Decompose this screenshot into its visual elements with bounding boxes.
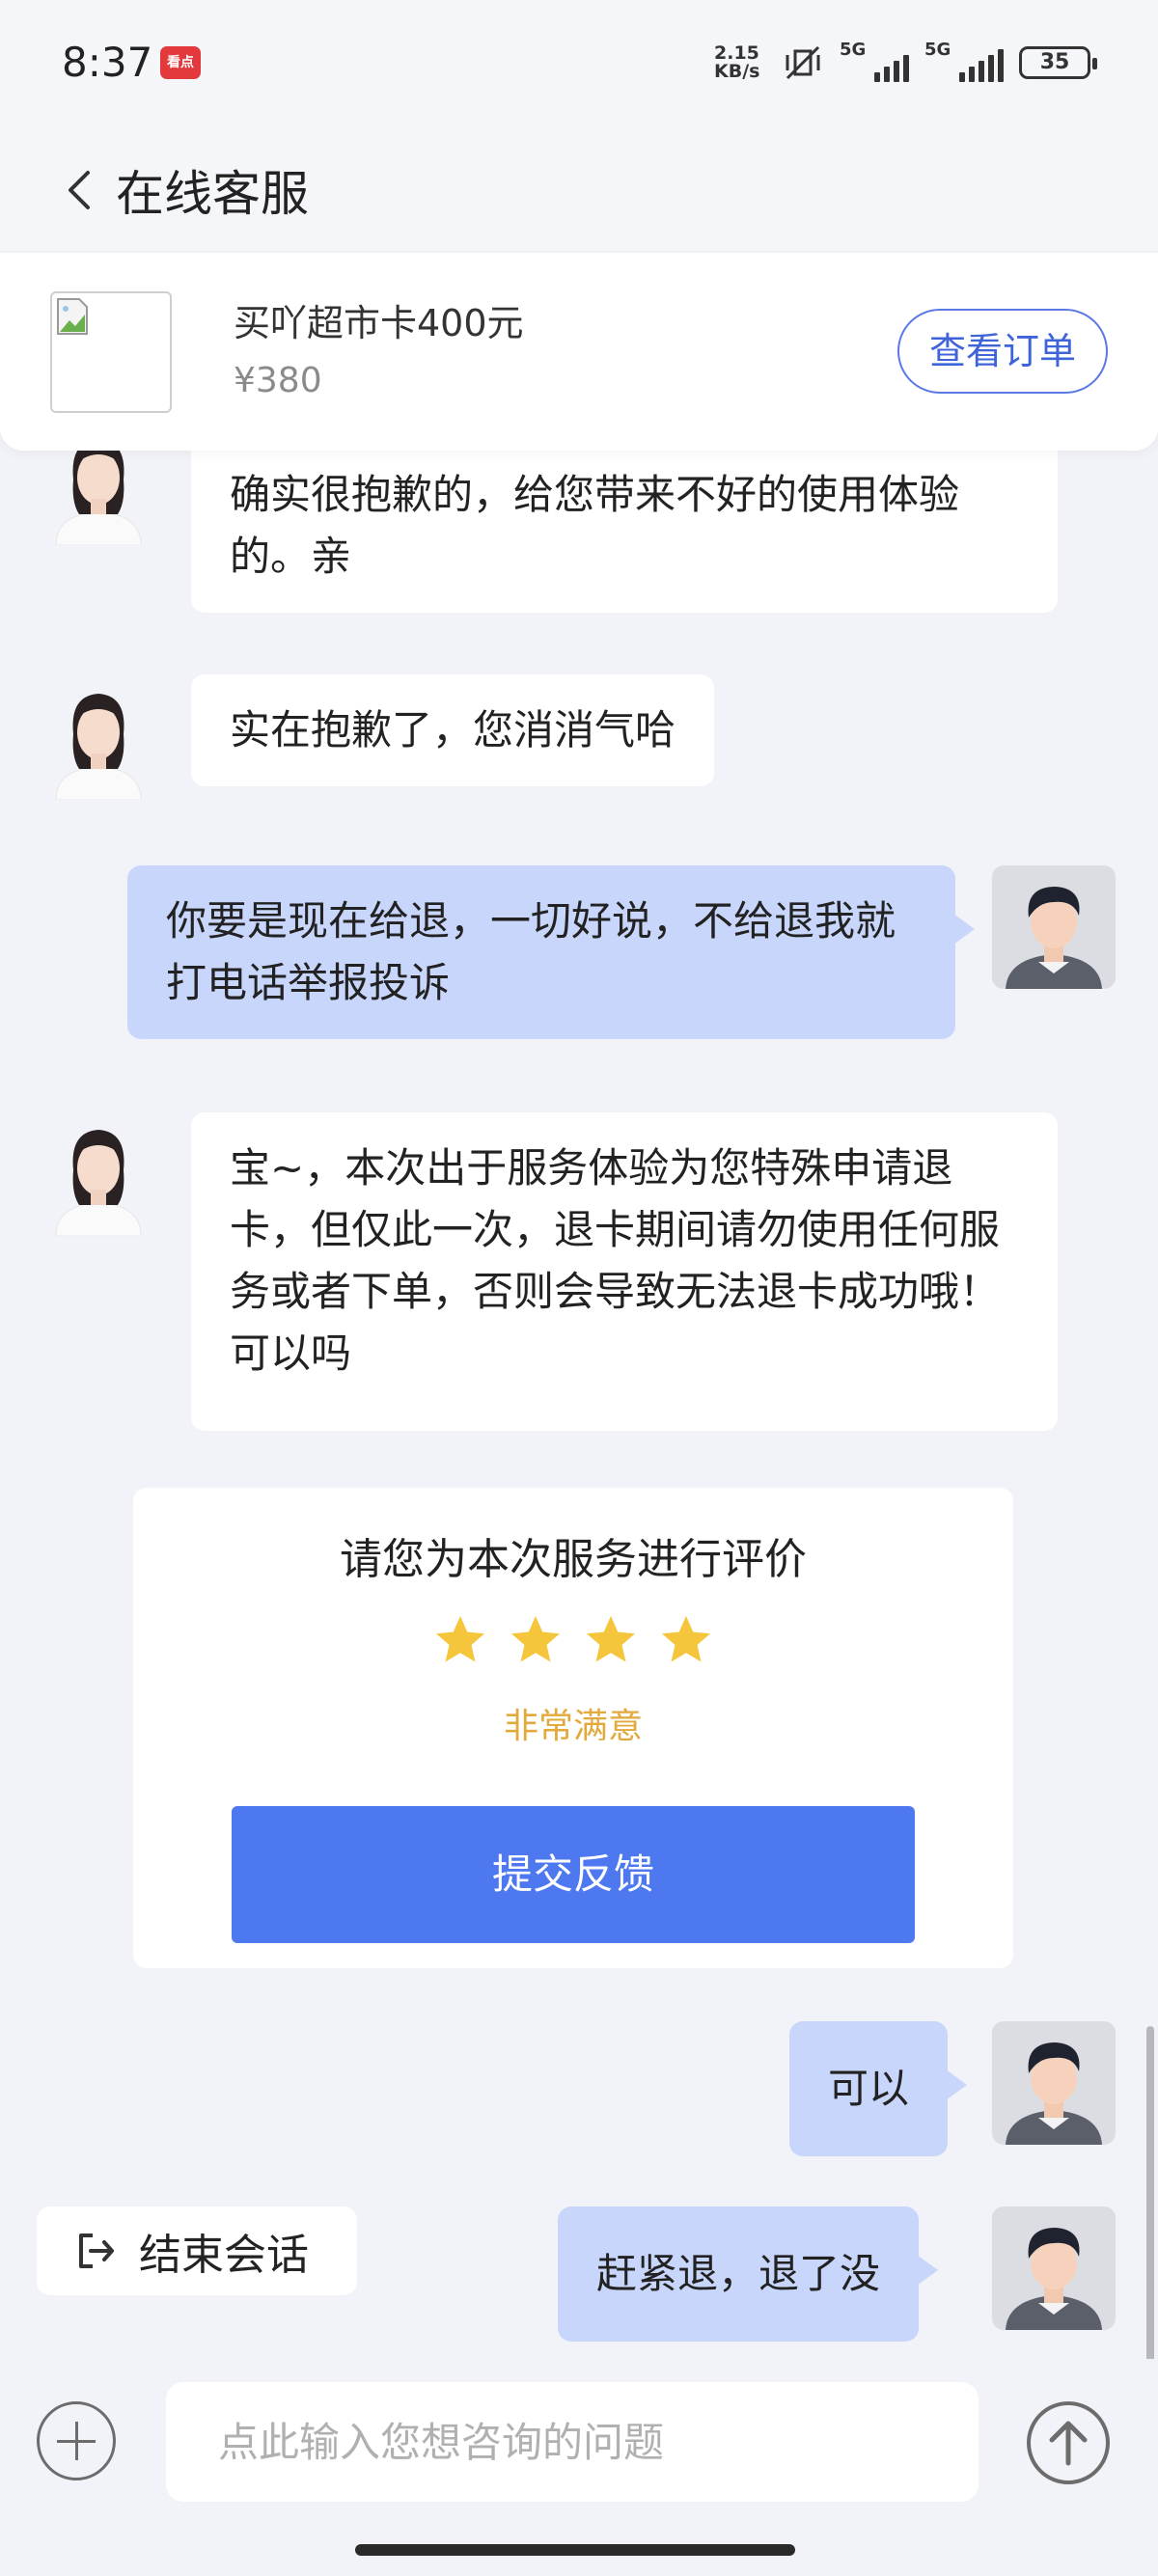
star-icon[interactable] [657, 1611, 715, 1669]
view-order-button[interactable]: 查看订单 [897, 309, 1108, 394]
back-button[interactable] [50, 159, 108, 221]
agent-avatar [37, 1112, 160, 1236]
end-session-label: 结束会话 [139, 2231, 309, 2280]
signal-icon-1: 5G [840, 40, 909, 82]
status-bar: 8:37 看点 2.15 KB/s 5G 5G 35 [0, 0, 1158, 130]
message-input[interactable] [166, 2382, 979, 2502]
end-session-button[interactable]: 结束会话 [37, 2206, 357, 2295]
message-bubble-user: 可以 [789, 2021, 968, 2156]
battery-icon: 35 [1019, 46, 1097, 79]
user-avatar [992, 2206, 1116, 2330]
add-attachment-button[interactable] [37, 2401, 116, 2480]
user-avatar [992, 2021, 1116, 2145]
message-text: 可以 [828, 2065, 910, 2112]
status-time: 8:37 [62, 39, 153, 86]
signal-label-1: 5G [840, 40, 867, 60]
broken-image-icon [57, 298, 88, 335]
star-icon[interactable] [507, 1611, 565, 1669]
message-bubble-agent: 确实很抱歉的，给您带来不好的使用体验的。亲 [191, 451, 1058, 613]
message-bubble-agent: 实在抱歉了，您消消气哈 [191, 674, 715, 786]
agent-avatar [37, 451, 160, 545]
arrow-up-icon [1049, 2421, 1088, 2466]
product-name: 买吖超市卡400元 [234, 302, 524, 344]
chat-area[interactable]: 确实很抱歉的，给您带来不好的使用体验的。亲 实在抱歉了，您消消气哈 你要是现在给… [0, 451, 1158, 2370]
user-avatar [992, 865, 1116, 989]
star-rating[interactable] [133, 1611, 1013, 1669]
star-icon[interactable] [431, 1611, 489, 1669]
message-text: 宝~，本次出于服务体验为您特殊申请退卡，但仅此一次，退卡期间请勿使用任何服务或者… [230, 1144, 1001, 1377]
message-text: 确实很抱歉的，给您带来不好的使用体验的。亲 [230, 471, 960, 580]
network-speed-unit: KB/s [714, 61, 760, 82]
app-badge-icon: 看点 [160, 46, 201, 79]
home-indicator[interactable] [355, 2544, 795, 2556]
product-thumbnail [50, 291, 172, 413]
rating-card: 请您为本次服务进行评价 非常满意 提交反馈 [133, 1488, 1013, 1968]
header: 在线客服 [0, 130, 1158, 251]
message-text: 赶紧退，退了没 [596, 2250, 881, 2297]
signal-icon-2: 5G [924, 40, 1004, 82]
status-icons: 2.15 KB/s 5G 5G 35 [714, 39, 1097, 87]
agent-avatar [37, 676, 160, 800]
product-card: 买吖超市卡400元 ¥380 查看订单 [0, 253, 1158, 451]
chevron-left-icon [69, 171, 90, 209]
star-icon[interactable] [582, 1611, 640, 1669]
send-button[interactable] [1027, 2401, 1110, 2484]
page-title: 在线客服 [116, 166, 309, 222]
submit-feedback-button[interactable]: 提交反馈 [232, 1806, 915, 1943]
rating-label: 非常满意 [503, 1707, 643, 1746]
message-bubble-user: 你要是现在给退，一切好说，不给退我就打电话举报投诉 [127, 865, 975, 1039]
product-price: ¥380 [234, 361, 322, 400]
network-speed: 2.15 KB/s [714, 44, 766, 81]
message-bubble-user: 赶紧退，退了没 [558, 2206, 939, 2342]
message-text: 实在抱歉了，您消消气哈 [230, 706, 676, 754]
message-bubble-agent: 宝~，本次出于服务体验为您特殊申请退卡，但仅此一次，退卡期间请勿使用任何服务或者… [191, 1112, 1058, 1431]
message-text: 你要是现在给退，一切好说，不给退我就打电话举报投诉 [166, 897, 896, 1006]
signal-label-2: 5G [924, 40, 951, 60]
chat-scrollbar[interactable] [1146, 2026, 1154, 2364]
rating-title: 请您为本次服务进行评价 [340, 1535, 807, 1584]
vibrate-mute-icon [786, 45, 820, 80]
exit-icon [79, 2233, 114, 2268]
input-bar [0, 2359, 1158, 2576]
